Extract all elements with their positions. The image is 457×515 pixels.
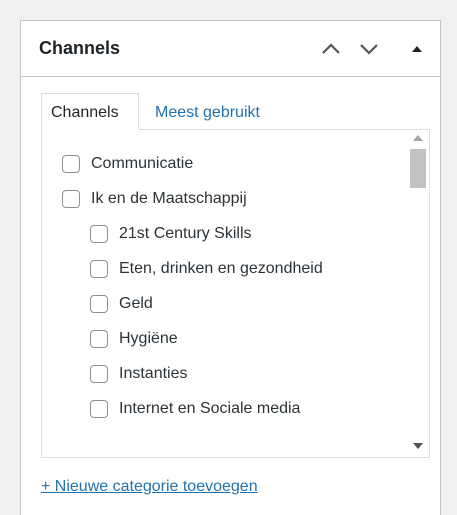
category-label: Communicatie — [91, 155, 194, 172]
checkbox[interactable] — [90, 330, 108, 348]
category-label: Eten, drinken en gezondheid — [119, 260, 323, 277]
tab-meest-gebruikt[interactable]: Meest gebruikt — [145, 93, 270, 130]
category-item-eten-drinken-en-gezondheid[interactable]: Eten, drinken en gezondheid — [90, 255, 323, 283]
add-new-category-link[interactable]: + Nieuwe categorie toevoegen — [41, 478, 258, 496]
category-item-ik-en-de-maatschappij[interactable]: Ik en de Maatschappij — [62, 185, 247, 213]
category-label: Geld — [119, 295, 153, 312]
scrollbar-thumb[interactable] — [410, 149, 426, 188]
toggle-panel-button[interactable] — [403, 35, 431, 63]
checkbox[interactable] — [90, 295, 108, 313]
checkbox[interactable] — [90, 400, 108, 418]
category-label: Hygiëne — [119, 330, 178, 347]
checkbox[interactable] — [90, 365, 108, 383]
channels-panel: Channels Channels Meest gebruikt Communi… — [20, 20, 441, 515]
move-up-button[interactable] — [317, 35, 345, 63]
category-item-21st-century-skills[interactable]: 21st Century Skills — [90, 220, 252, 248]
move-down-button[interactable] — [355, 35, 383, 63]
category-label: Instanties — [119, 365, 188, 382]
category-item-geld[interactable]: Geld — [90, 290, 153, 318]
checkbox[interactable] — [62, 190, 80, 208]
chevron-down-icon — [360, 44, 378, 55]
category-label: Ik en de Maatschappij — [91, 190, 247, 207]
scroll-down-arrow-icon[interactable] — [413, 443, 423, 449]
category-list-box: Communicatie Ik en de Maatschappij 21st … — [41, 129, 430, 458]
category-item-internet-en-sociale-media[interactable]: Internet en Sociale media — [90, 395, 300, 423]
category-label: Internet en Sociale media — [119, 400, 301, 417]
checkbox[interactable] — [62, 155, 80, 173]
category-checklist: Communicatie Ik en de Maatschappij 21st … — [42, 130, 406, 457]
list-scrollbar[interactable] — [407, 130, 429, 457]
category-label: 21st Century Skills — [119, 225, 252, 242]
scroll-up-arrow-icon[interactable] — [413, 135, 423, 141]
checkbox[interactable] — [90, 260, 108, 278]
checkbox[interactable] — [90, 225, 108, 243]
category-item-hygiene[interactable]: Hygiëne — [90, 325, 178, 353]
category-item-instanties[interactable]: Instanties — [90, 360, 187, 388]
panel-header: Channels — [21, 21, 440, 77]
triangle-up-icon — [412, 46, 422, 52]
tab-channels[interactable]: Channels — [41, 93, 139, 130]
category-item-communicatie[interactable]: Communicatie — [62, 150, 193, 178]
chevron-up-icon — [322, 43, 340, 54]
panel-title: Channels — [39, 38, 121, 58]
